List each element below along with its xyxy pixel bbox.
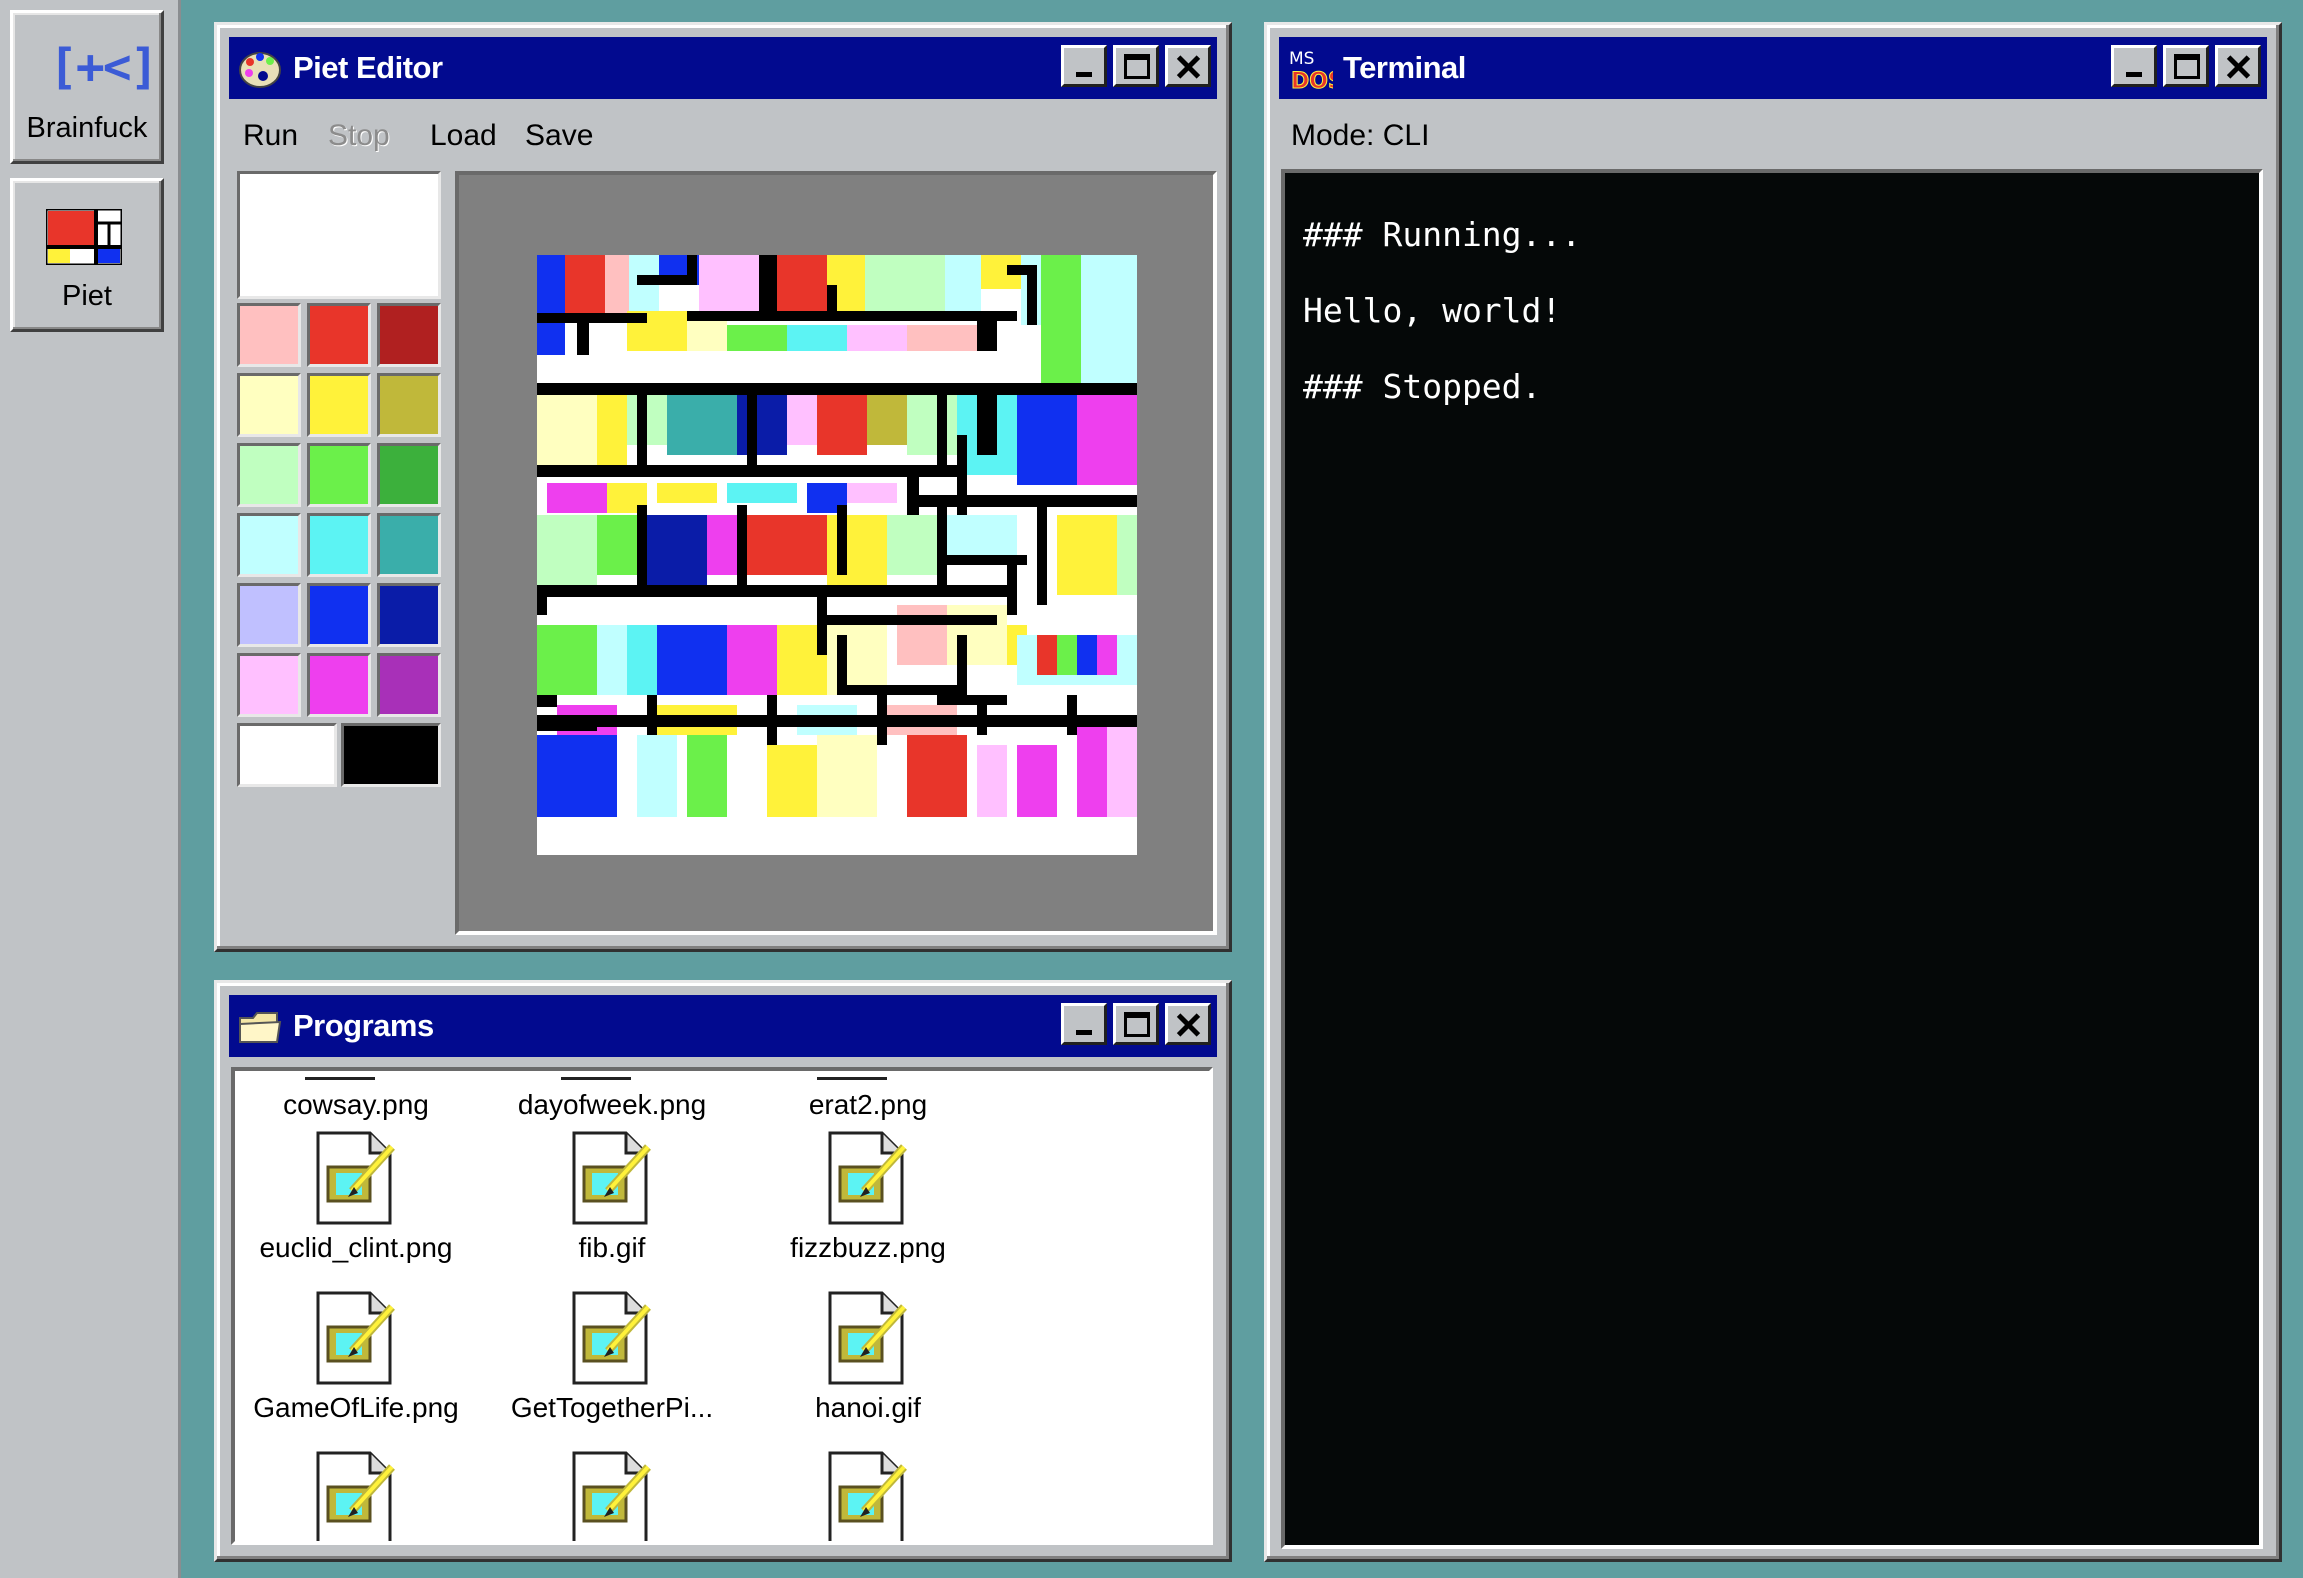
maximize-button[interactable] [1113,45,1159,87]
palette-swatch-white[interactable] [237,723,337,787]
palette-swatch[interactable] [307,443,371,507]
dock-item-label: Piet [62,280,112,312]
file-name: erat2.png [808,1089,928,1120]
image-file-icon [312,1447,400,1541]
image-file-icon [568,1287,656,1387]
file-item[interactable]: fizzbuzz.png [743,1127,993,1264]
menu-run[interactable]: Run [243,119,298,153]
programs-window: Programs cowsay.png dayofweek.png erat2.pn… [214,980,1232,1562]
image-file-icon [824,1287,912,1387]
window-title: Programs [293,1008,434,1043]
palette-swatch[interactable] [377,653,441,717]
svg-text:DOS: DOS [1291,69,1333,92]
current-color-swatch[interactable] [237,171,441,299]
image-file-icon [824,1447,912,1541]
msdos-icon: MS DOS [1289,49,1333,92]
file-item[interactable] [487,1447,737,1541]
palette-icon [239,52,281,88]
terminal-output[interactable]: ### Running... Hello, world! ### Stopped… [1281,169,2263,1549]
palette-swatch[interactable] [307,583,371,647]
file-item[interactable]: euclid_clint.png [235,1127,481,1264]
minimize-button[interactable] [2111,45,2157,87]
maximize-button[interactable] [2163,45,2209,87]
image-file-icon [824,1127,912,1227]
file-name: euclid_clint.png [259,1232,453,1263]
palette-swatch[interactable] [237,443,301,507]
menu-load[interactable]: Load [430,119,497,153]
file-item[interactable]: erat2.png [743,1089,993,1121]
file-icon-partial [305,1071,375,1080]
menu-bar: Run Stop Load Save [229,109,1217,159]
brainfuck-icon: [+<] [49,39,159,95]
title-bar[interactable]: MS DOS Terminal [1279,37,2267,99]
palette-swatch[interactable] [307,373,371,437]
mode-bar: Mode: CLI [1279,109,2267,159]
image-file-icon [568,1127,656,1227]
file-name: GetTogetherPi... [510,1392,714,1423]
palette-swatch[interactable] [237,303,301,367]
dock-item-piet[interactable]: Piet [10,178,164,332]
file-icon-partial [817,1071,887,1080]
title-bar[interactable]: Programs [229,995,1217,1057]
window-title: Terminal [1343,50,1466,85]
terminal-window: MS DOS Terminal Mode: CLI ### Running...… [1264,22,2282,1562]
maximize-button[interactable] [1113,1003,1159,1045]
file-name: fib.gif [578,1232,646,1263]
menu-save[interactable]: Save [525,119,593,153]
image-file-icon [312,1127,400,1227]
file-item[interactable]: dayofweek.png [487,1089,737,1121]
close-button[interactable] [2215,45,2261,87]
palette-swatch[interactable] [377,443,441,507]
palette-swatch[interactable] [237,583,301,647]
file-list[interactable]: cowsay.png dayofweek.png erat2.png euclid_c… [231,1067,1213,1545]
image-file-icon [312,1287,400,1387]
title-bar[interactable]: Piet Editor [229,37,1217,99]
palette-swatch[interactable] [377,513,441,577]
folder-icon [239,1012,282,1043]
file-name: dayofweek.png [517,1089,707,1120]
palette-swatch[interactable] [307,653,371,717]
terminal-line: Hello, world! [1303,291,1562,330]
palette-swatch[interactable] [307,303,371,367]
dock-item-brainfuck[interactable]: [+<] Brainfuck [10,10,164,164]
file-name: fizzbuzz.png [790,1232,946,1263]
minimize-button[interactable] [1061,45,1107,87]
palette-swatch[interactable] [237,373,301,437]
file-name: hanoi.gif [815,1392,921,1423]
palette-swatch[interactable] [237,513,301,577]
svg-text:MS: MS [1289,49,1314,69]
dock-item-label: Brainfuck [26,112,148,144]
file-name: GameOfLife.png [253,1392,459,1423]
palette-swatch[interactable] [237,653,301,717]
file-item[interactable] [235,1447,481,1541]
minimize-button[interactable] [1061,1003,1107,1045]
file-item[interactable] [743,1447,993,1541]
close-button[interactable] [1165,1003,1211,1045]
file-item[interactable]: GameOfLife.png [235,1287,481,1424]
file-item[interactable]: hanoi.gif [743,1287,993,1424]
file-name: cowsay.png [283,1089,429,1120]
close-button[interactable] [1165,45,1211,87]
mondrian-icon [46,209,122,265]
piet-program-canvas[interactable] [537,255,1137,855]
piet-editor-window: Piet Editor Run Stop Load Save [214,22,1232,952]
palette-swatch[interactable] [377,583,441,647]
file-item[interactable]: cowsay.png [235,1089,481,1121]
menu-stop[interactable]: Stop [328,119,390,153]
terminal-line: ### Stopped. [1303,367,1542,406]
terminal-line: ### Running... [1303,215,1582,254]
palette-swatch[interactable] [377,303,441,367]
palette-swatch[interactable] [307,513,371,577]
mode-label[interactable]: Mode: CLI [1291,119,1429,153]
palette-swatch[interactable] [377,373,441,437]
file-item[interactable]: GetTogetherPi... [487,1287,737,1424]
dock-sidebar: [+<] Brainfuck Piet [0,0,181,1578]
canvas-area[interactable] [455,171,1217,935]
image-file-icon [568,1447,656,1541]
file-icon-partial [561,1071,631,1080]
file-item[interactable]: fib.gif [487,1127,737,1264]
palette-swatch-black[interactable] [341,723,441,787]
window-title: Piet Editor [293,50,443,85]
